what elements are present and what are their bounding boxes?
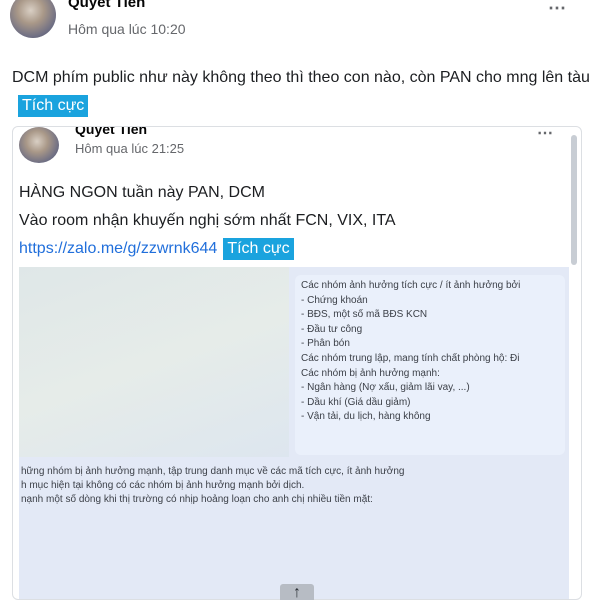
shared-author-name[interactable]: Quyết Tiến (75, 127, 147, 137)
post-timestamp[interactable]: Hôm qua lúc 10:20 (68, 21, 186, 37)
shared-post-body: HÀNG NGON tuần này PAN, DCM Vào room nhậ… (19, 179, 559, 263)
attached-image[interactable]: Các nhóm ảnh hưởng tích cực / ít ảnh hưở… (19, 267, 569, 599)
post-text: DCM phím public như này không theo thì t… (12, 69, 590, 86)
sector-list: Các nhóm ảnh hưởng tích cực / ít ảnh hưở… (295, 275, 565, 455)
shared-sentiment-tag[interactable]: Tích cực (223, 238, 294, 260)
shared-author-avatar[interactable] (19, 127, 59, 163)
scroll-up-icon[interactable]: ↑ (280, 584, 314, 600)
list-line: Các nhóm trung lập, mang tính chất phòng… (301, 352, 520, 364)
shared-line-2: Vào room nhận khuyến nghị sớm nhất FCN, … (19, 212, 396, 229)
shared-link-row: https://zalo.me/g/zzwrnk644 Tích cực (19, 235, 559, 263)
shared-post[interactable]: Quyết Tiến Hôm qua lúc 21:25 ⋯ HÀNG NGON… (12, 126, 582, 600)
list-line: Các nhóm bị ảnh hưởng mạnh: (301, 367, 440, 379)
list-line: - Đầu tư công (301, 323, 363, 335)
list-line: - Ngân hàng (Nợ xấu, giảm lãi vay, ...) (301, 382, 470, 394)
image-thumbnail (19, 267, 289, 457)
author-name[interactable]: Quyết Tiến (68, 0, 145, 11)
list-line: - Phân bón (301, 338, 350, 350)
text-line: nạnh một số dòng khi thị trường có nhịp … (21, 494, 373, 505)
text-line: hững nhóm bị ảnh hưởng mạnh, tập trung d… (21, 466, 405, 477)
post-body: DCM phím public như này không theo thì t… (12, 64, 592, 120)
more-options-icon[interactable]: ⋯ (548, 0, 567, 19)
image-text-block: hững nhóm bị ảnh hưởng mạnh, tập trung d… (19, 465, 559, 507)
text-line: h mục hiện tại không có các nhóm bị ảnh … (21, 480, 305, 491)
list-line: - Vận tải, du lịch, hàng không (301, 411, 431, 423)
feed-post: Quyết Tiến Hôm qua lúc 10:20 ⋯ DCM phím … (0, 0, 600, 600)
list-line: - Dầu khí (Giá dầu giảm) (301, 396, 411, 408)
sentiment-tag[interactable]: Tích cực (18, 95, 89, 117)
shared-line-1: HÀNG NGON tuần này PAN, DCM (19, 184, 265, 201)
list-line: - BĐS, một số mã BĐS KCN (301, 309, 428, 321)
list-line: Các nhóm ảnh hưởng tích cực / ít ảnh hưở… (301, 280, 521, 291)
group-link[interactable]: https://zalo.me/g/zzwrnk644 (19, 240, 217, 257)
scrollbar-thumb[interactable] (571, 135, 577, 265)
shared-more-options-icon[interactable]: ⋯ (537, 127, 554, 143)
author-avatar[interactable] (10, 0, 56, 38)
shared-post-timestamp[interactable]: Hôm qua lúc 21:25 (75, 141, 184, 156)
list-line: - Chứng khoán (301, 294, 368, 306)
